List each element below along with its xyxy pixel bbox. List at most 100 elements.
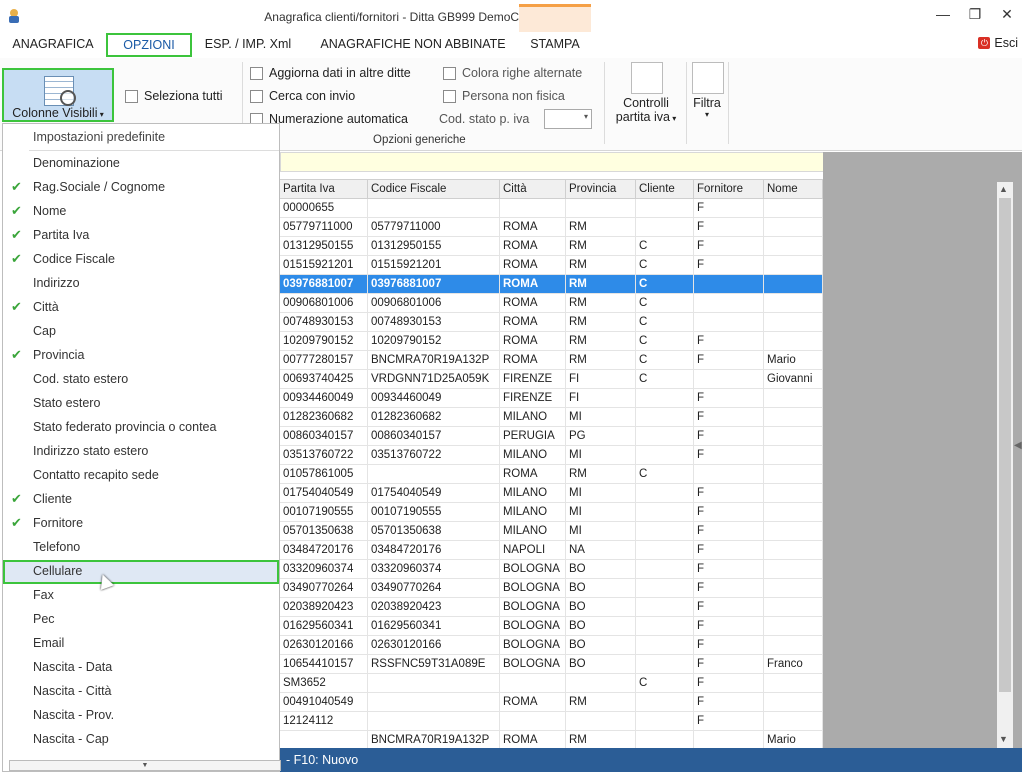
table-cell: 03976881007	[368, 275, 500, 293]
table-row[interactable]: 00107190555 00107190555 MILANO MI F	[280, 503, 823, 522]
table-row[interactable]: 12124112 F	[280, 712, 823, 731]
collapse-panel-icon[interactable]: ◀	[1014, 440, 1022, 451]
table-row[interactable]: 01057861005 ROMA RM C	[280, 465, 823, 484]
column-menu-item[interactable]: Indirizzo	[3, 272, 279, 296]
table-row[interactable]: 01754040549 01754040549 MILANO MI F	[280, 484, 823, 503]
tab-anagrafica[interactable]: ANAGRAFICA	[4, 32, 102, 56]
table-row[interactable]: 00777280157 BNCMRA70R19A132P ROMA RM C F Mario	[280, 351, 823, 370]
exit-button[interactable]: ⏻ Esci	[978, 36, 1018, 50]
table-row[interactable]: 01629560341 01629560341 BOLOGNA BO F	[280, 617, 823, 636]
minimize-button[interactable]: —	[936, 6, 950, 23]
tab-opzioni[interactable]: OPZIONI	[106, 33, 192, 57]
column-menu-item[interactable]: ✔ Fornitore	[3, 512, 279, 536]
column-header[interactable]: Città	[500, 180, 566, 198]
column-menu-item[interactable]: ✔ Provincia	[3, 344, 279, 368]
colonne-visibili-button[interactable]: Colonne Visibili ▾	[2, 68, 114, 122]
close-button[interactable]: ✕	[1000, 6, 1014, 23]
table-cell: Franco	[764, 655, 823, 673]
filter-row[interactable]	[280, 152, 825, 172]
table-cell: F	[694, 446, 764, 464]
controlli-partita-iva-button[interactable]: Controlli partita iva ▾	[606, 96, 686, 124]
column-menu-item[interactable]: Nascita - Prov.	[3, 704, 279, 728]
column-menu-item[interactable]: Cod. stato estero	[3, 368, 279, 392]
tab-anagrafiche-non-abbinate[interactable]: ANAGRAFICHE NON ABBINATE	[310, 32, 516, 56]
table-cell: MI	[566, 484, 636, 502]
table-row[interactable]: 00906801006 00906801006 ROMA RM C	[280, 294, 823, 313]
column-menu-item[interactable]: Indirizzo stato estero	[3, 440, 279, 464]
column-menu-item[interactable]: ✔ Codice Fiscale	[3, 248, 279, 272]
column-menu-item[interactable]: Denominazione	[3, 152, 279, 176]
scroll-thumb[interactable]	[999, 198, 1011, 692]
controlli-icon	[631, 62, 663, 94]
column-menu-item[interactable]: ✔ Nome	[3, 200, 279, 224]
table-row[interactable]: 01312950155 01312950155 ROMA RM C F	[280, 237, 823, 256]
column-menu-item[interactable]: Contatto recapito sede	[3, 464, 279, 488]
column-menu-item[interactable]: Cellulare	[3, 560, 279, 584]
table-row[interactable]: 05779711000 05779711000 ROMA RM F	[280, 218, 823, 237]
scroll-down-icon[interactable]: ▼	[999, 734, 1008, 744]
column-menu-item[interactable]: Stato federato provincia o contea	[3, 416, 279, 440]
table-row[interactable]: 03976881007 03976881007 ROMA RM C	[280, 275, 823, 294]
table-row[interactable]: SM3652 C F	[280, 674, 823, 693]
column-menu-item[interactable]: Fax	[3, 584, 279, 608]
column-menu-item[interactable]: ✔ Rag.Sociale / Cognome	[3, 176, 279, 200]
column-header[interactable]: Cliente	[636, 180, 694, 198]
column-header[interactable]: Provincia	[566, 180, 636, 198]
table-row[interactable]: 03490770264 03490770264 BOLOGNA BO F	[280, 579, 823, 598]
cod-stato-select[interactable]: ▾	[544, 109, 592, 129]
table-cell: 00748930153	[368, 313, 500, 331]
column-menu-item[interactable]: Stato estero	[3, 392, 279, 416]
table-row[interactable]: 00934460049 00934460049 FIRENZE FI F	[280, 389, 823, 408]
table-row[interactable]: 00748930153 00748930153 ROMA RM C	[280, 313, 823, 332]
table-cell: NA	[566, 541, 636, 559]
column-menu-item[interactable]: ✔ Città	[3, 296, 279, 320]
restore-button[interactable]: ❐	[968, 6, 982, 23]
table-row[interactable]: 10654410157 RSSFNC59T31A089E BOLOGNA BO F Fra…	[280, 655, 823, 674]
table-row[interactable]: 01515921201 01515921201 ROMA RM C F	[280, 256, 823, 275]
column-menu-item[interactable]: Nascita - Città	[3, 680, 279, 704]
table-cell: ROMA	[500, 218, 566, 236]
column-menu-item[interactable]: Telefono	[3, 536, 279, 560]
column-menu-item[interactable]: Pec	[3, 608, 279, 632]
table-row[interactable]: 00693740425 VRDGNN71D25A059K FIRENZE FI C Gio…	[280, 370, 823, 389]
scroll-up-icon[interactable]: ▲	[999, 184, 1008, 194]
column-menu-item[interactable]: ✔ Cliente	[3, 488, 279, 512]
aggiorna-dati-checkbox[interactable]: Aggiorna dati in altre ditte	[250, 66, 411, 81]
cerca-con-invio-checkbox[interactable]: Cerca con invio	[250, 89, 355, 104]
column-menu-item[interactable]: ✔ Partita Iva	[3, 224, 279, 248]
column-header[interactable]: Partita Iva	[280, 180, 368, 198]
table-cell: 03484720176	[368, 541, 500, 559]
table-row[interactable]: 00491040549 ROMA RM F	[280, 693, 823, 712]
table-row[interactable]: 03320960374 03320960374 BOLOGNA BO F	[280, 560, 823, 579]
filtra-button[interactable]: Filtra ▾	[689, 96, 725, 119]
column-header[interactable]: Codice Fiscale	[368, 180, 500, 198]
persona-non-fisica-checkbox[interactable]: Persona non fisica	[443, 89, 565, 104]
column-menu-item-label: Denominazione	[33, 156, 120, 170]
table-cell: F	[694, 598, 764, 616]
table-cell	[636, 712, 694, 730]
impostazioni-predefinite-item[interactable]: Impostazioni predefinite	[33, 130, 165, 144]
tab-esp-imp-xml[interactable]: ESP. / IMP. Xml	[196, 32, 300, 56]
partita-iva-label: partita iva	[615, 110, 670, 124]
seleziona-tutti-checkbox[interactable]: Seleziona tutti	[125, 89, 223, 104]
table-row[interactable]: 01282360682 01282360682 MILANO MI F	[280, 408, 823, 427]
table-row[interactable]: 03513760722 03513760722 MILANO MI F	[280, 446, 823, 465]
column-menu-item[interactable]: Email	[3, 632, 279, 656]
table-row[interactable]: 00860340157 00860340157 PERUGIA PG F	[280, 427, 823, 446]
column-header[interactable]: Fornitore	[694, 180, 764, 198]
table-row[interactable]: 02630120166 02630120166 BOLOGNA BO F	[280, 636, 823, 655]
table-row[interactable]: 03484720176 03484720176 NAPOLI NA F	[280, 541, 823, 560]
column-menu-item[interactable]: Nascita - Data	[3, 656, 279, 680]
table-cell: Giovanni	[764, 370, 823, 388]
table-row[interactable]: 02038920423 02038920423 BOLOGNA BO F	[280, 598, 823, 617]
table-cell: F	[694, 579, 764, 597]
menu-scroll-down-icon[interactable]: ▼	[9, 760, 281, 771]
column-menu-item[interactable]: Nascita - Cap	[3, 728, 279, 752]
table-row[interactable]: 05701350638 05701350638 MILANO MI F	[280, 522, 823, 541]
tab-stampa[interactable]: STAMPA	[520, 32, 590, 56]
colora-righe-checkbox[interactable]: Colora righe alternate	[443, 66, 582, 81]
table-row[interactable]: 10209790152 10209790152 ROMA RM C F	[280, 332, 823, 351]
column-menu-item[interactable]: Cap	[3, 320, 279, 344]
table-row[interactable]: 00000655 F	[280, 199, 823, 218]
column-header[interactable]: Nome	[764, 180, 823, 198]
